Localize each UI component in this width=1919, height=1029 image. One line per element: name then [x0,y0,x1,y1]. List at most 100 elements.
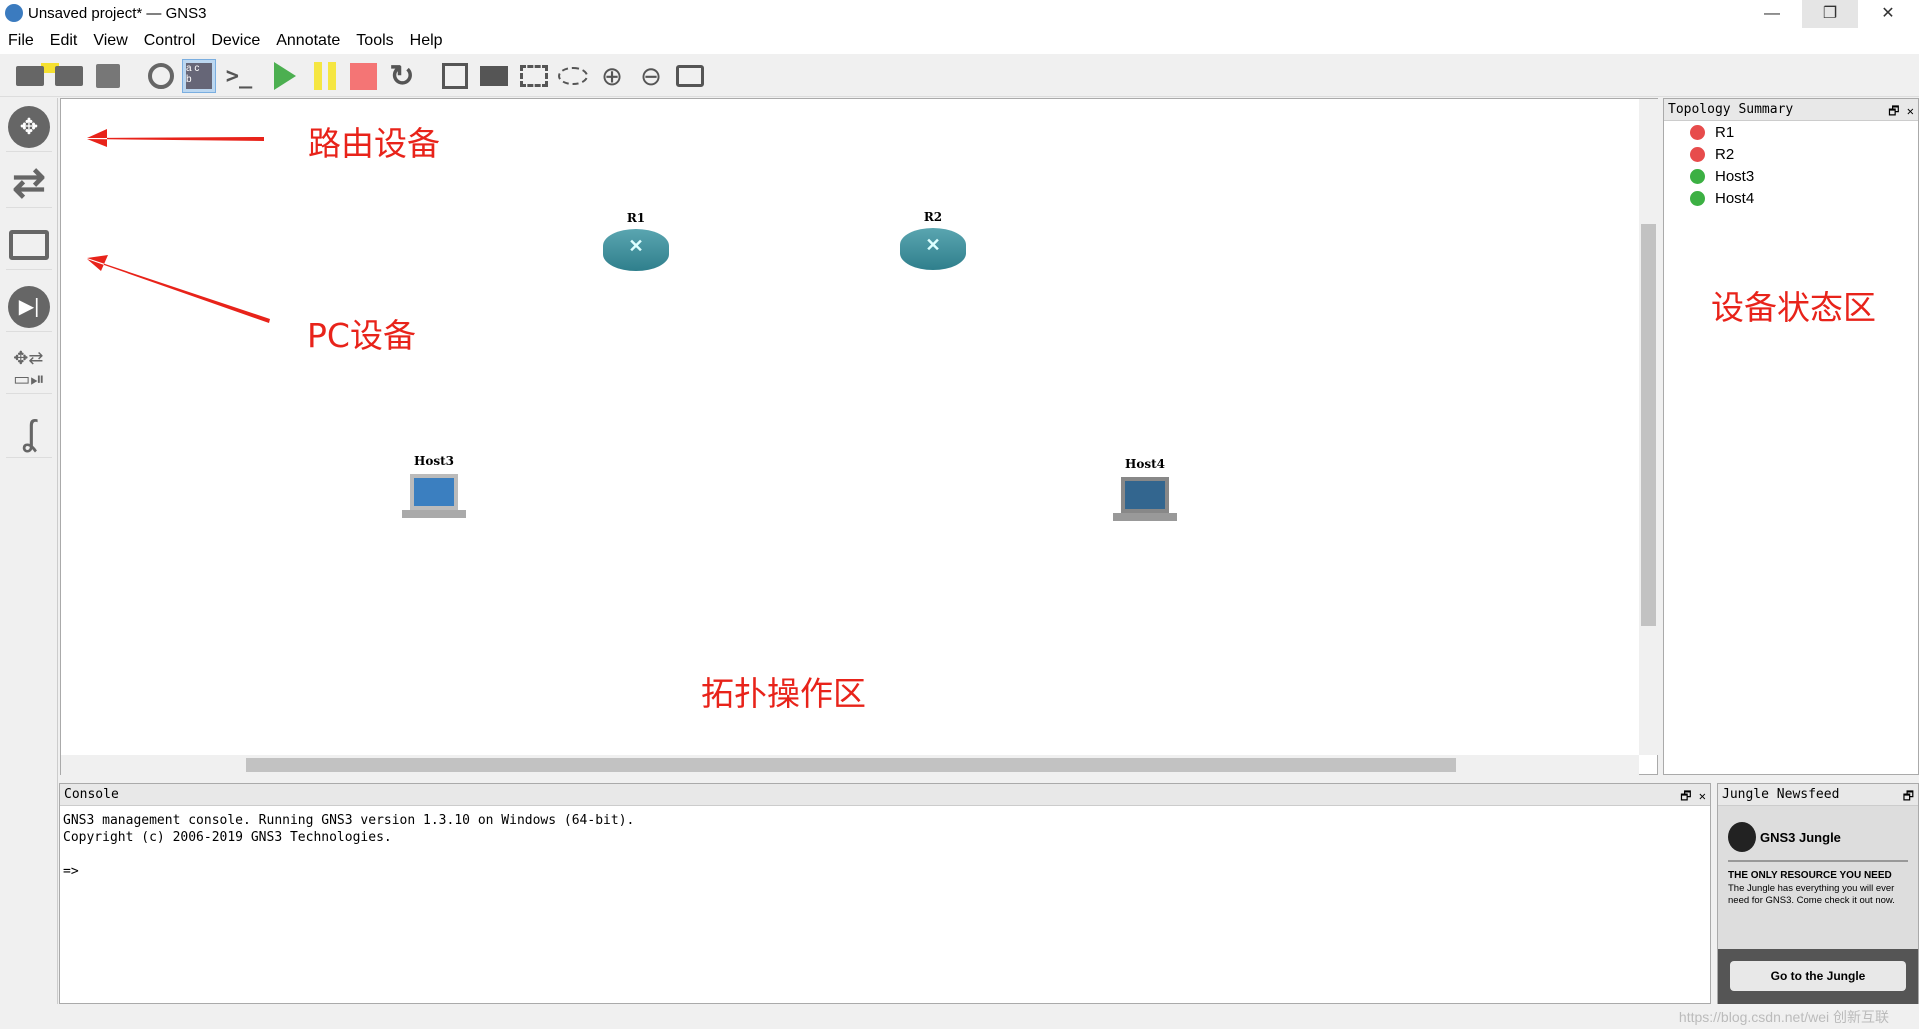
start-icon[interactable] [268,59,302,93]
close-icon[interactable]: ✕ [1699,789,1706,803]
reload-icon[interactable]: ↻ [385,59,419,93]
jungle-newsfeed-panel: Jungle Newsfeed 🗗 GNS3 Jungle THE ONLY RE… [1717,783,1919,1004]
status-stopped-icon [1690,146,1705,162]
snapshot-icon[interactable] [91,59,125,93]
minimize-button[interactable]: — [1744,0,1800,28]
new-project-icon[interactable] [13,59,47,93]
watermark: https://blog.csdn.net/wei 创新互联 [1678,1009,1889,1025]
menu-bar: File Edit View Control Device Annotate T… [0,28,1919,54]
float-icon[interactable]: 🗗 [1903,789,1914,803]
item-label: Host4 [1715,189,1755,207]
menu-view[interactable]: View [85,28,135,54]
menu-edit[interactable]: Edit [42,28,86,54]
item-label: R1 [1715,123,1735,141]
node-label: R1 [626,211,646,225]
router-icon: ✕ [603,229,669,271]
item-label: R2 [1715,145,1735,163]
zoom-out-icon[interactable]: ⊖ [634,59,668,93]
laptop-icon [410,474,458,510]
console-output[interactable]: GNS3 management console. Running GNS3 ve… [60,806,1710,886]
annotation-router: 路由设备 [308,124,440,163]
topology-item[interactable]: R1 [1664,121,1918,143]
screenshot-icon[interactable] [673,59,707,93]
rectangle-icon[interactable] [517,59,551,93]
menu-file[interactable]: File [0,28,42,54]
routers-button[interactable]: ✥ [6,102,52,152]
console-icon[interactable]: >_ [222,59,256,93]
all-devices-button[interactable]: ✥⇄ ▭⏯ [6,344,52,394]
topology-canvas[interactable]: 路由设备 PC设备 拓扑操作区 R1 ✕ R2 ✕ Host3 Host4 [60,98,1658,775]
toolbar: a cb >_ ↻ ⊕ ⊖ [0,55,1919,97]
vertical-scroll-thumb[interactable] [1641,224,1656,626]
link-icon: ʆ [22,411,36,453]
topology-item[interactable]: R2 [1664,143,1918,165]
monitor-icon [9,229,49,260]
topology-summary-panel: Topology Summary 🗗 ✕ R1 R2 Host3 Host4 设备… [1663,98,1919,775]
node-r2[interactable]: R2 ✕ [898,210,968,270]
float-icon[interactable]: 🗗 [1680,789,1691,803]
arrow-to-routers [87,129,264,147]
status-started-icon [1690,190,1705,206]
device-dock: ✥ ⇄ ▶| ✥⇄ ▭⏯ ʆ [0,98,58,1004]
menu-help[interactable]: Help [402,28,451,54]
switches-button[interactable]: ⇄ [6,158,52,208]
console-panel: Console 🗗 ✕ GNS3 management console. Runn… [59,783,1711,1004]
menu-annotate[interactable]: Annotate [268,28,348,54]
image-icon[interactable] [477,59,511,93]
title-bar: Unsaved project* — GNS3 — ❐ ✕ [0,0,1919,28]
horizontal-scrollbar[interactable] [61,755,1639,775]
item-label: Host3 [1715,167,1755,185]
ellipse-icon[interactable] [556,59,590,93]
panel-title: Topology Summary [1668,102,1794,117]
menu-device[interactable]: Device [203,28,268,54]
menu-tools[interactable]: Tools [348,28,401,54]
panel-title: Console [64,787,119,802]
router-category-icon: ✥ [8,105,50,148]
end-devices-button[interactable] [6,220,52,270]
gns3-logo-icon [5,4,23,22]
go-to-jungle-button[interactable]: Go to the Jungle [1730,961,1906,991]
chameleon-logo-icon [1728,822,1756,852]
window-title: Unsaved project* — GNS3 [28,5,207,22]
note-icon[interactable] [438,59,472,93]
node-r1[interactable]: R1 ✕ [601,211,671,271]
float-icon[interactable]: 🗗 [1888,104,1899,118]
annotation-status-area: 设备状态区 [1711,288,1876,327]
security-icon: ▶| [8,285,50,328]
vertical-scrollbar[interactable] [1639,99,1658,755]
show-interface-labels-icon[interactable]: a cb [182,59,216,93]
node-label: Host4 [1125,457,1165,471]
node-label: R2 [923,210,943,224]
security-devices-button[interactable]: ▶| [6,282,52,332]
add-link-button[interactable]: ʆ [6,408,52,458]
all-devices-icon: ✥⇄ ▭⏯ [13,347,45,389]
pause-icon[interactable] [308,59,342,93]
jungle-logo-text: GNS3 Jungle [1760,829,1841,845]
clock-icon[interactable] [144,59,178,93]
zoom-in-icon[interactable]: ⊕ [595,59,629,93]
status-bar: https://blog.csdn.net/wei 创新互联 [0,1004,1919,1029]
menu-control[interactable]: Control [136,28,204,54]
horizontal-scroll-thumb[interactable] [246,758,1456,772]
restore-button[interactable]: ❐ [1802,0,1858,28]
stop-icon[interactable] [346,59,380,93]
router-icon: ✕ [900,228,966,270]
topology-item[interactable]: Host4 [1664,187,1918,209]
topology-item[interactable]: Host3 [1664,165,1918,187]
annotation-pc: PC设备 [307,316,416,355]
jungle-body: The Jungle has everything you will ever … [1728,883,1895,906]
node-host3[interactable]: Host3 [399,454,469,518]
switch-category-icon: ⇄ [12,160,46,205]
node-label: Host3 [414,454,454,468]
node-host4[interactable]: Host4 [1110,457,1180,521]
close-button[interactable]: ✕ [1860,0,1916,28]
status-started-icon [1690,168,1705,184]
open-folder-icon[interactable] [52,59,86,93]
laptop-icon [1121,477,1169,513]
jungle-headline: THE ONLY RESOURCE YOU NEED [1728,870,1892,881]
panel-title: Jungle Newsfeed [1722,787,1840,802]
status-stopped-icon [1690,124,1705,140]
annotation-topology-area: 拓扑操作区 [701,674,866,713]
close-icon[interactable]: ✕ [1907,104,1914,118]
arrow-to-pc [87,255,270,323]
